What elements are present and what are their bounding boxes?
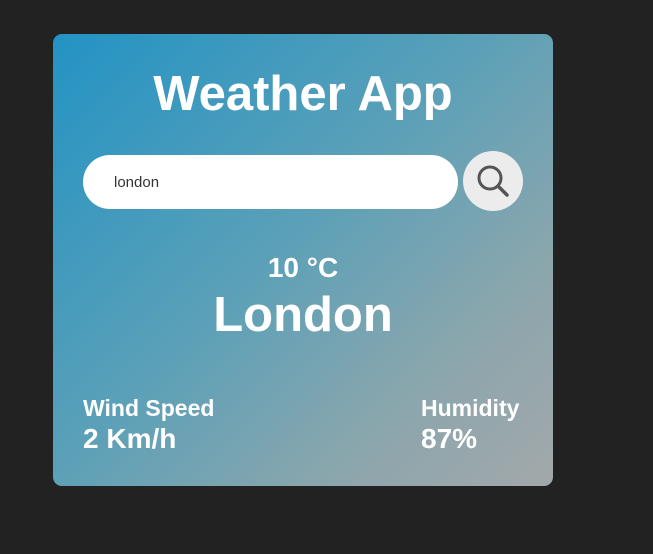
wind-speed-stat: Wind Speed 2 Km/h (83, 394, 214, 456)
city-name: London (213, 288, 393, 342)
app-title: Weather App (153, 67, 453, 121)
search-input[interactable] (83, 155, 458, 209)
humidity-stat: Humidity 87% (421, 394, 519, 456)
temperature: 10 °C (267, 252, 339, 283)
wind-speed-value: 2 Km/h (83, 423, 177, 454)
weather-card: Weather App 10 °C London Wind Speed 2 Km… (53, 34, 553, 486)
humidity-value: 87% (421, 423, 478, 454)
search-button[interactable] (463, 151, 523, 211)
humidity-label: Humidity (421, 395, 520, 421)
search-icon (477, 165, 509, 197)
wind-speed-label: Wind Speed (83, 395, 215, 421)
